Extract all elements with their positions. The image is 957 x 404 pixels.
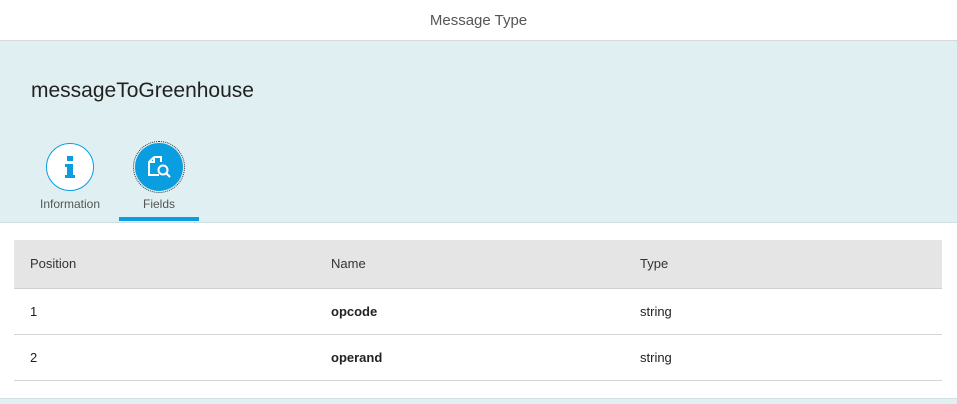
cell-name: opcode: [315, 288, 624, 335]
column-header-position[interactable]: Position: [14, 240, 315, 289]
page-title: Message Type: [429, 11, 528, 29]
table-row[interactable]: 1 opcode string: [14, 288, 942, 335]
tab-information[interactable]: Information: [30, 143, 110, 211]
footer-strip: [0, 398, 957, 404]
fields-table: Position Name Type 1 opcode string 2 ope…: [14, 240, 942, 381]
cell-position: 1: [14, 288, 315, 335]
tab-fields[interactable]: Fields: [119, 141, 199, 221]
cell-type: string: [624, 288, 942, 335]
page-header: Message Type: [0, 0, 957, 41]
cell-position: 2: [14, 334, 315, 381]
info-icon: [46, 143, 94, 191]
table-header-row: Position Name Type: [14, 240, 942, 289]
cell-name: operand: [315, 334, 624, 381]
column-header-name[interactable]: Name: [315, 240, 624, 289]
object-header: messageToGreenhouse Information Fields: [0, 41, 957, 223]
object-title: messageToGreenhouse: [31, 79, 254, 102]
column-header-type[interactable]: Type: [624, 240, 942, 289]
tab-label: Fields: [142, 197, 175, 211]
cell-type: string: [624, 334, 942, 381]
tab-label: Information: [39, 197, 101, 211]
document-search-icon: [133, 141, 185, 193]
table-row[interactable]: 2 operand string: [14, 334, 942, 381]
selected-tab-indicator: [119, 217, 199, 221]
